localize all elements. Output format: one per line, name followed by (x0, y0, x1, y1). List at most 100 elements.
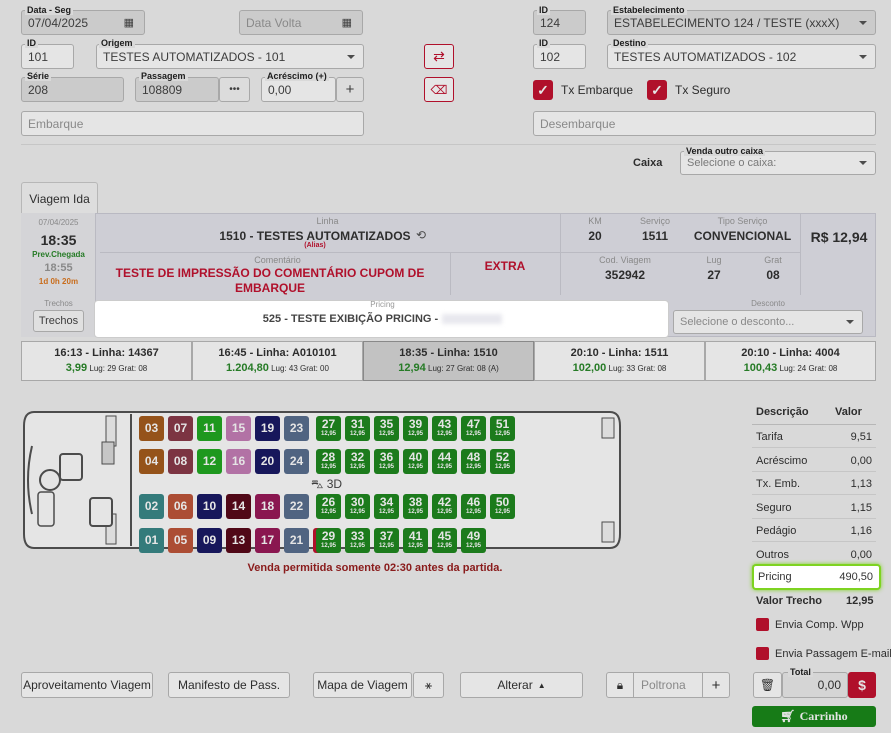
poltrona-plus-button[interactable]: + (702, 672, 730, 698)
seat[interactable]: 18 (255, 494, 280, 519)
seat[interactable]: 17 (255, 528, 280, 553)
seat[interactable]: 13 (226, 528, 251, 553)
serie-label: Série (25, 71, 52, 81)
seat-available[interactable]: 38 12,95 (403, 494, 428, 519)
seat-available[interactable]: 35 12,95 (374, 416, 399, 441)
seat[interactable]: 16 (226, 449, 251, 474)
arrival-time: 18:55 (44, 262, 73, 274)
seat[interactable]: 22 (284, 494, 309, 519)
seat-available[interactable]: 47 12,95 (461, 416, 486, 441)
trip-option[interactable]: 20:10 - Linha: 1511 102,00 Lug: 33 Grat: … (534, 341, 705, 381)
seat-available[interactable]: 45 12,95 (432, 528, 457, 553)
seat-available[interactable]: 33 12,95 (345, 528, 370, 553)
seat[interactable]: 01 (139, 528, 164, 553)
manifesto-button[interactable]: Manifesto de Pass. (168, 672, 290, 698)
pricing-row[interactable]: Pricing 490,50 (752, 564, 881, 590)
seat[interactable]: 23 (284, 416, 309, 441)
refresh-icon[interactable]: ⟲ (416, 228, 426, 242)
seat[interactable]: 10 (197, 494, 222, 519)
linha-label: Linha (316, 216, 339, 226)
seat-available[interactable]: 50 12,95 (490, 494, 515, 519)
seat[interactable]: 21 (284, 528, 309, 553)
seat-available[interactable]: 40 12,95 (403, 449, 428, 474)
return-date-input[interactable]: Data Volta ▦ (239, 10, 363, 35)
seat-available[interactable]: 26 12,95 (316, 494, 341, 519)
seat-available[interactable]: 48 12,95 (461, 449, 486, 474)
seat-available[interactable]: 42 12,95 (432, 494, 457, 519)
price-row-value: 1,13 (850, 478, 872, 490)
tab-viagem-ida[interactable]: Viagem Ida (21, 182, 98, 214)
seat[interactable]: 05 (168, 528, 193, 553)
desconto-select[interactable]: Selecione o desconto... (673, 310, 863, 334)
swap-button[interactable]: ⇄ (424, 44, 454, 69)
seat-available[interactable]: 43 12,95 (432, 416, 457, 441)
seat[interactable]: 20 (255, 449, 280, 474)
seat-available[interactable]: 37 12,95 (374, 528, 399, 553)
seat-available[interactable]: 39 12,95 (403, 416, 428, 441)
seat[interactable]: 03 (139, 416, 164, 441)
seat[interactable]: 06 (168, 494, 193, 519)
seat[interactable]: 19 (255, 416, 280, 441)
seat-available[interactable]: 52 12,95 (490, 449, 515, 474)
trip-option-title: 20:10 - Linha: 4004 (741, 347, 840, 359)
estab-label: Estabelecimento (611, 5, 687, 15)
seat[interactable]: 08 (168, 449, 193, 474)
seat-available[interactable]: 30 12,95 (345, 494, 370, 519)
envia-email-checkbox[interactable] (756, 647, 769, 660)
calendar-icon[interactable]: ▦ (124, 16, 134, 29)
seat[interactable]: 15 (226, 416, 251, 441)
seat-available[interactable]: 34 12,95 (374, 494, 399, 519)
origin-label: Origem (99, 38, 135, 48)
acrescimo-plus-button[interactable]: + (336, 77, 364, 102)
origin-select[interactable]: TESTES AUTOMATIZADOS - 101 (96, 44, 364, 69)
tx-seguro-checkbox[interactable]: ✓ (647, 80, 667, 100)
seat[interactable]: 09 (197, 528, 222, 553)
chevron-down-icon (347, 54, 355, 59)
trash-button[interactable]: 🗑︎ (753, 672, 782, 698)
envia-wpp-checkbox[interactable] (756, 618, 769, 631)
km-label: KM (588, 216, 602, 226)
embarque-input[interactable]: Embarque (21, 111, 364, 136)
mapa-extra-button[interactable]: ⚹ (413, 672, 444, 698)
seat-available[interactable]: 28 12,95 (316, 449, 341, 474)
trip-option-selected[interactable]: 18:35 - Linha: 1510 12,94 Lug: 27 Grat: 0… (363, 341, 534, 381)
poltrona-input[interactable]: Poltrona (633, 672, 703, 698)
seat[interactable]: 14 (226, 494, 251, 519)
seat-available[interactable]: 31 12,95 (345, 416, 370, 441)
tx-embarque-checkbox[interactable]: ✓ (533, 80, 553, 100)
desembarque-input[interactable]: Desembarque (533, 111, 876, 136)
clear-button[interactable]: ⌫ (424, 77, 454, 102)
carrinho-button[interactable]: 🛒︎ Carrinho (752, 706, 876, 727)
seat-available[interactable]: 51 12,95 (490, 416, 515, 441)
trechos-button[interactable]: Trechos (33, 310, 84, 332)
price-row-label: Tarifa (756, 431, 783, 443)
seat-available[interactable]: 27 12,95 (316, 416, 341, 441)
seat[interactable]: 07 (168, 416, 193, 441)
pay-button[interactable]: $ (848, 672, 876, 698)
chevron-down-icon (846, 320, 854, 324)
seat[interactable]: 24 (284, 449, 309, 474)
seat-available[interactable]: 46 12,95 (461, 494, 486, 519)
calendar-icon[interactable]: ▦ (342, 16, 352, 29)
sale-warning: Venda permitida somente 02:30 antes da p… (247, 562, 503, 574)
seat-available[interactable]: 44 12,95 (432, 449, 457, 474)
seat[interactable]: 04 (139, 449, 164, 474)
mapa-viagem-button[interactable]: Mapa de Viagem (313, 672, 412, 698)
desembarque-placeholder: Desembarque (540, 116, 616, 131)
trip-option[interactable]: 16:13 - Linha: 14367 3,99 Lug: 29 Grat: 0… (21, 341, 192, 381)
seat[interactable]: 11 (197, 416, 222, 441)
seat[interactable]: 02 (139, 494, 164, 519)
alterar-button[interactable]: Alterar ▲ (460, 672, 583, 698)
seat-available[interactable]: 36 12,95 (374, 449, 399, 474)
seat-available[interactable]: 49 12,95 (461, 528, 486, 553)
trip-option[interactable]: 16:45 - Linha: A010101 1.204,80 Lug: 43 G… (192, 341, 363, 381)
tipo-servico-label: Tipo Serviço (717, 216, 768, 226)
seat[interactable]: 12 (197, 449, 222, 474)
more-button[interactable]: ••• (219, 77, 250, 102)
lock-button[interactable]: 🔒︎ (606, 672, 634, 698)
seat-available[interactable]: 29 12,95 (316, 528, 341, 553)
aproveitamento-button[interactable]: Aproveitamento Viagem (21, 672, 153, 698)
trip-option[interactable]: 20:10 - Linha: 4004 100,43 Lug: 24 Grat: … (705, 341, 876, 381)
seat-available[interactable]: 32 12,95 (345, 449, 370, 474)
seat-available[interactable]: 41 12,95 (403, 528, 428, 553)
